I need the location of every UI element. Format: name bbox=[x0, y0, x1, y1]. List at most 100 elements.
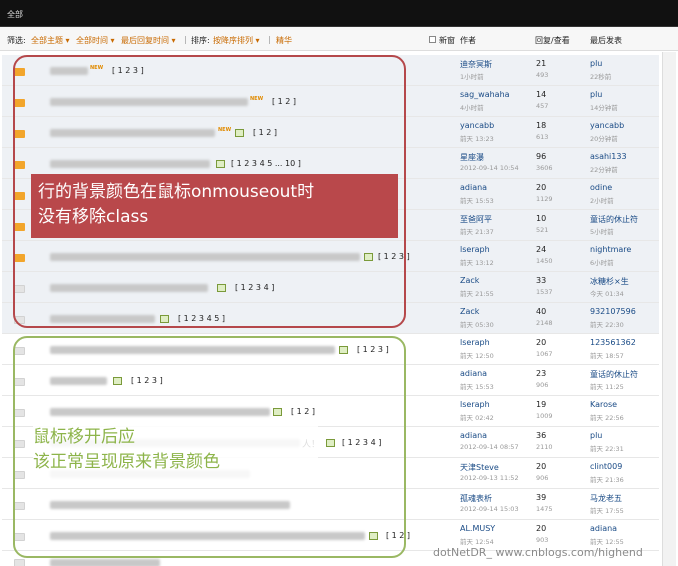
author-link[interactable]: 天津Steve bbox=[460, 462, 499, 473]
author-time: 前天 12:54 bbox=[460, 538, 494, 546]
author-link[interactable]: AL.MUSY bbox=[460, 524, 495, 533]
filter-theme-dropdown[interactable]: 全部主题 ▾ bbox=[31, 35, 70, 46]
last-post-time: 2小时前 bbox=[590, 197, 614, 205]
reply-count: 21 bbox=[536, 59, 547, 68]
last-poster-link[interactable]: 932107596 bbox=[590, 307, 636, 316]
author-link[interactable]: 星座瀑 bbox=[460, 152, 484, 163]
new-window-checkbox[interactable] bbox=[429, 36, 436, 43]
last-post-time: 前天 12:55 bbox=[590, 538, 624, 546]
author-link[interactable]: lseraph bbox=[460, 245, 490, 254]
last-poster-link[interactable]: odine bbox=[590, 183, 612, 192]
reply-count: 20 bbox=[536, 338, 547, 347]
reply-count: 20 bbox=[536, 524, 547, 533]
filter-separator: | bbox=[184, 35, 187, 44]
view-count: 1009 bbox=[536, 412, 553, 420]
author-time: 2012-09-14 15:03 bbox=[460, 505, 519, 513]
last-poster-link[interactable]: plu bbox=[590, 59, 602, 68]
last-poster-link[interactable]: 童话的休止符 bbox=[590, 214, 638, 225]
view-count: 1450 bbox=[536, 257, 553, 265]
view-count: 493 bbox=[536, 71, 549, 79]
view-count: 457 bbox=[536, 102, 549, 110]
author-link[interactable]: Zack bbox=[460, 276, 479, 285]
last-poster-link[interactable]: plu bbox=[590, 90, 602, 99]
author-link[interactable]: 至爸阿平 bbox=[460, 214, 492, 225]
author-time: 4小时前 bbox=[460, 104, 484, 112]
reply-count: 20 bbox=[536, 183, 547, 192]
last-post-time: 5小时前 bbox=[590, 228, 614, 236]
filter-bar: 筛选: 全部主题 ▾ 全部时间 ▾ 最后回复时间 ▾ | 排序: 按降序排列 ▾… bbox=[0, 27, 678, 51]
last-poster-link[interactable]: Karose bbox=[590, 400, 617, 409]
view-count: 1067 bbox=[536, 350, 553, 358]
last-poster-link[interactable]: 马龙老五 bbox=[590, 493, 622, 504]
last-post-time: 前天 22:56 bbox=[590, 414, 624, 422]
last-post-time: 6小时前 bbox=[590, 259, 614, 267]
last-post-time: 前天 22:31 bbox=[590, 445, 624, 453]
filter-time-dropdown[interactable]: 全部时间 ▾ bbox=[76, 35, 115, 46]
last-poster-link[interactable]: 冰糖杉×生 bbox=[590, 276, 629, 287]
reply-count: 24 bbox=[536, 245, 547, 254]
annotation-red-line1: 行的背景颜色在鼠标onmouseout时 bbox=[38, 182, 315, 202]
reply-count: 18 bbox=[536, 121, 547, 130]
annotation-green-line1: 鼠标移开后应 bbox=[33, 427, 135, 447]
last-post-time: 前天 11:25 bbox=[590, 383, 624, 391]
view-count: 1129 bbox=[536, 195, 553, 203]
reply-count: 10 bbox=[536, 214, 547, 223]
last-poster-link[interactable]: yancabb bbox=[590, 121, 624, 130]
view-count: 2110 bbox=[536, 443, 553, 451]
author-link[interactable]: lseraph bbox=[460, 400, 490, 409]
annotation-red-line2: 没有移除class bbox=[38, 207, 149, 227]
column-header-last-post: 最后发表 bbox=[590, 36, 622, 45]
digest-filter-link[interactable]: 精华 bbox=[276, 35, 292, 46]
last-post-time: 14分钟前 bbox=[590, 104, 618, 112]
last-poster-link[interactable]: 123561362 bbox=[590, 338, 636, 347]
reply-count: 19 bbox=[536, 400, 547, 409]
view-count: 906 bbox=[536, 381, 549, 389]
view-count: 2148 bbox=[536, 319, 553, 327]
reply-count: 33 bbox=[536, 276, 547, 285]
author-time: 2012-09-14 08:57 bbox=[460, 443, 519, 451]
author-link[interactable]: adiana bbox=[460, 369, 487, 378]
reply-count: 23 bbox=[536, 369, 547, 378]
view-count: 906 bbox=[536, 474, 549, 482]
top-tab-bar: 全部 bbox=[0, 0, 678, 27]
author-link[interactable]: yancabb bbox=[460, 121, 494, 130]
last-post-time: 22秒前 bbox=[590, 73, 612, 81]
author-link[interactable]: adiana bbox=[460, 183, 487, 192]
sort-label: 排序: bbox=[191, 36, 210, 45]
author-link[interactable]: adiana bbox=[460, 431, 487, 440]
author-time: 2012-09-13 11:52 bbox=[460, 474, 519, 482]
watermark: dotNetDR_ www.cnblogs.com/highend bbox=[433, 546, 643, 559]
sort-order-dropdown[interactable]: 按降序排列 ▾ bbox=[213, 35, 260, 46]
filter-last-reply-dropdown[interactable]: 最后回复时间 ▾ bbox=[121, 35, 176, 46]
reply-count: 39 bbox=[536, 493, 547, 502]
last-poster-link[interactable]: plu bbox=[590, 431, 602, 440]
tab-all[interactable]: 全部 bbox=[7, 9, 23, 20]
author-time: 前天 15:53 bbox=[460, 383, 494, 391]
last-poster-link[interactable]: clint009 bbox=[590, 462, 622, 471]
author-link[interactable]: Zack bbox=[460, 307, 479, 316]
column-header-author: 作者 bbox=[460, 36, 476, 45]
author-time: 前天 13:12 bbox=[460, 259, 494, 267]
author-link[interactable]: 孤魂表析 bbox=[460, 493, 492, 504]
author-link[interactable]: lseraph bbox=[460, 338, 490, 347]
thread-title[interactable] bbox=[50, 559, 160, 566]
annotation-red: 行的背景颜色在鼠标onmouseout时 没有移除class bbox=[31, 174, 398, 238]
view-count: 613 bbox=[536, 133, 549, 141]
view-count: 521 bbox=[536, 226, 549, 234]
filter-label: 筛选: bbox=[7, 36, 26, 45]
last-post-time: 20分钟前 bbox=[590, 135, 618, 143]
author-link[interactable]: sag_wahaha bbox=[460, 90, 510, 99]
annotation-green: 鼠标移开后应 该正常呈现原来背景颜色 bbox=[33, 425, 318, 481]
last-poster-link[interactable]: asahi133 bbox=[590, 152, 627, 161]
vertical-scrollbar[interactable] bbox=[662, 52, 676, 566]
author-time: 1小时前 bbox=[460, 73, 484, 81]
last-post-time: 前天 17:55 bbox=[590, 507, 624, 515]
reply-count: 96 bbox=[536, 152, 547, 161]
author-link[interactable]: 迪奈冥斯 bbox=[460, 59, 492, 70]
last-poster-link[interactable]: 童话的休止符 bbox=[590, 369, 638, 380]
column-header-replies-views: 回复/查看 bbox=[535, 36, 570, 45]
view-count: 3606 bbox=[536, 164, 553, 172]
last-poster-link[interactable]: nightmare bbox=[590, 245, 631, 254]
last-poster-link[interactable]: adiana bbox=[590, 524, 617, 533]
reply-count: 40 bbox=[536, 307, 547, 316]
